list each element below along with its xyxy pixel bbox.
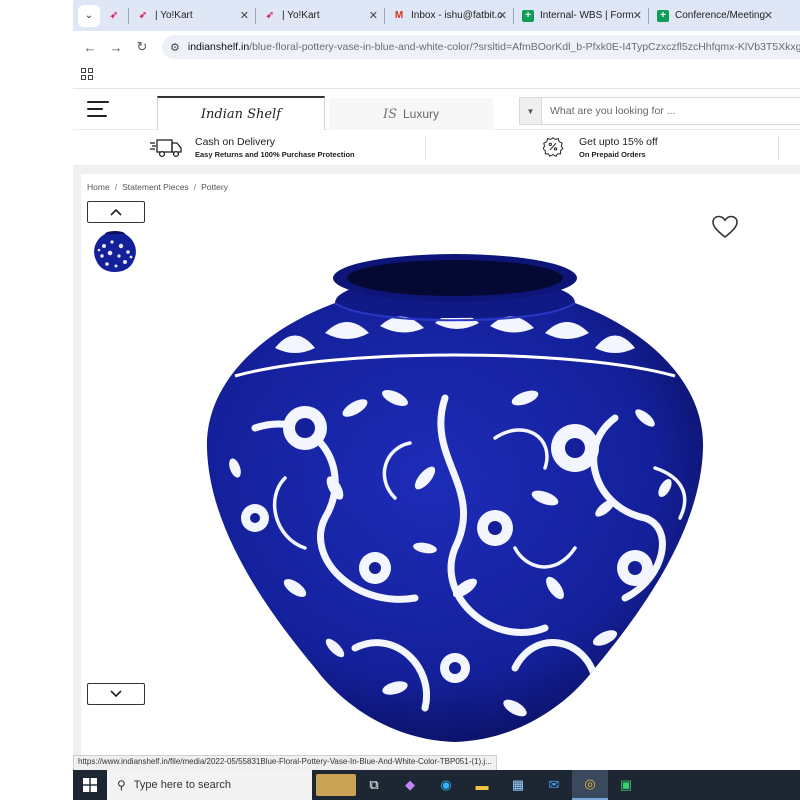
site-search-input[interactable]: [542, 98, 800, 124]
brand-logo-tab[interactable]: Indian Shelf: [157, 96, 325, 130]
gmail-icon: M: [394, 10, 404, 21]
apps-grid-icon[interactable]: [81, 68, 93, 80]
start-button[interactable]: [73, 770, 107, 800]
breadcrumb-separator: /: [193, 182, 197, 192]
breadcrumb: Home / Statement Pieces / Pottery: [87, 182, 228, 192]
close-icon[interactable]: ✕: [498, 9, 507, 22]
brand-logo: Indian Shelf: [200, 106, 282, 122]
url-host: indianshelf.in: [187, 41, 250, 53]
delivery-truck-icon: [150, 139, 182, 158]
product-thumbnail[interactable]: [90, 226, 140, 274]
reload-icon[interactable]: ↻: [129, 34, 155, 60]
tab-title: | Yo!Kart: [155, 10, 193, 21]
screen: ⌄ ➶ ➶ | Yo!Kart ✕ ➶ | Yo!Kart ✕ M Inbox …: [0, 0, 800, 800]
breadcrumb-home[interactable]: Home: [87, 182, 110, 192]
search-highlight-image[interactable]: [316, 774, 356, 796]
usp-cod: Cash on Delivery Easy Returns and 100% P…: [149, 134, 355, 160]
tab-conference[interactable]: + Conference/Meeting ✕: [649, 0, 779, 31]
luxury-label: Luxury: [403, 107, 440, 121]
close-icon[interactable]: ✕: [369, 9, 378, 22]
sheets-icon: +: [522, 9, 534, 22]
usp-title: Get upto 15% off: [579, 135, 658, 148]
chevron-down-icon: [110, 690, 122, 698]
category-dropdown[interactable]: ▼: [520, 98, 542, 124]
tab-title: | Yo!Kart: [282, 10, 320, 21]
close-icon[interactable]: ✕: [240, 9, 249, 22]
outlook-icon[interactable]: ✉: [536, 770, 572, 800]
tab-yokart-2[interactable]: ➶ | Yo!Kart ✕: [129, 0, 255, 31]
menu-icon[interactable]: [87, 101, 109, 117]
browser-tab-bar: ⌄ ➶ ➶ | Yo!Kart ✕ ➶ | Yo!Kart ✕ M Inbox …: [73, 0, 800, 31]
yokart-icon: ➶: [265, 10, 275, 21]
microsoft-store-icon[interactable]: ▦: [500, 770, 536, 800]
yokart-icon: ➶: [109, 10, 119, 21]
thumbnail-scroll-up-button[interactable]: [87, 201, 145, 223]
close-icon[interactable]: ✕: [633, 9, 642, 22]
url-path: /blue-floral-pottery-vase-in-blue-and-wh…: [249, 41, 800, 53]
address-bar: ← → ↻ ⚙ indianshelf.in/blue-floral-potte…: [73, 31, 800, 63]
tab-search-button[interactable]: ⌄: [78, 4, 100, 27]
status-bar-url: https://www.indianshelf.in/file/media/20…: [73, 755, 497, 770]
windows-taskbar: ⚲ Type here to search ⧉ ◆ ◉ ▬ ▦ ✉ ◎ ▣: [73, 770, 800, 800]
close-icon[interactable]: ✕: [764, 9, 773, 22]
windows-logo-icon: [83, 778, 97, 792]
tab-yokart-1[interactable]: ➶: [100, 0, 128, 31]
site-header: Indian Shelf IS Luxury ▼: [73, 88, 800, 130]
bookmarks-bar: [73, 63, 800, 87]
yokart-icon: ➶: [138, 10, 148, 21]
breadcrumb-pottery[interactable]: Pottery: [201, 182, 228, 192]
discount-badge-icon: [543, 137, 564, 157]
usp-discount: Get upto 15% off On Prepaid Orders: [543, 134, 658, 160]
usp-subtitle: On Prepaid Orders: [579, 149, 646, 159]
chrome-icon[interactable]: ◎: [572, 770, 608, 800]
copilot-icon[interactable]: ◆: [392, 770, 428, 800]
chat-app-icon[interactable]: ▣: [608, 770, 644, 800]
breadcrumb-statement-pieces[interactable]: Statement Pieces: [122, 182, 189, 192]
url-field[interactable]: ⚙ indianshelf.in/blue-floral-pottery-vas…: [162, 35, 800, 59]
forward-arrow-icon[interactable]: →: [103, 34, 129, 60]
divider: [425, 136, 426, 160]
tab-internal-wbs[interactable]: + Internal- WBS | Form ✕: [514, 0, 648, 31]
thumbnail-scroll-down-button[interactable]: [87, 683, 145, 705]
divider: [778, 136, 779, 160]
usp-bar: Cash on Delivery Easy Returns and 100% P…: [73, 130, 800, 166]
file-explorer-icon[interactable]: ▬: [464, 770, 500, 800]
left-desktop-strip: [0, 0, 73, 770]
luxury-logo: IS: [382, 106, 397, 122]
site-search: ▼: [519, 97, 800, 125]
product-image[interactable]: [195, 248, 715, 748]
back-arrow-icon[interactable]: ←: [77, 34, 103, 60]
wishlist-heart-icon[interactable]: [712, 215, 738, 239]
task-view-icon[interactable]: ⧉: [356, 770, 392, 800]
tab-title: Inbox - ishu@fatbit.c: [411, 10, 503, 21]
tab-title: Conference/Meeting: [675, 10, 766, 21]
usp-subtitle: Easy Returns and 100% Purchase Protectio…: [195, 149, 355, 159]
breadcrumb-separator: /: [114, 182, 118, 192]
taskbar-search-placeholder: Type here to search: [133, 779, 232, 791]
site-info-icon[interactable]: ⚙: [170, 41, 180, 54]
taskbar-search[interactable]: ⚲ Type here to search: [107, 770, 312, 800]
luxury-tab[interactable]: IS Luxury: [329, 98, 493, 130]
sheets-icon: +: [657, 9, 669, 22]
search-icon: ⚲: [117, 778, 126, 792]
tab-yokart-3[interactable]: ➶ | Yo!Kart ✕: [256, 0, 384, 31]
usp-title: Cash on Delivery: [195, 135, 275, 148]
chevron-up-icon: [110, 208, 122, 216]
tab-title: Internal- WBS | Form: [540, 10, 634, 21]
edge-browser-icon[interactable]: ◉: [428, 770, 464, 800]
tab-gmail[interactable]: M Inbox - ishu@fatbit.c ✕: [385, 0, 513, 31]
